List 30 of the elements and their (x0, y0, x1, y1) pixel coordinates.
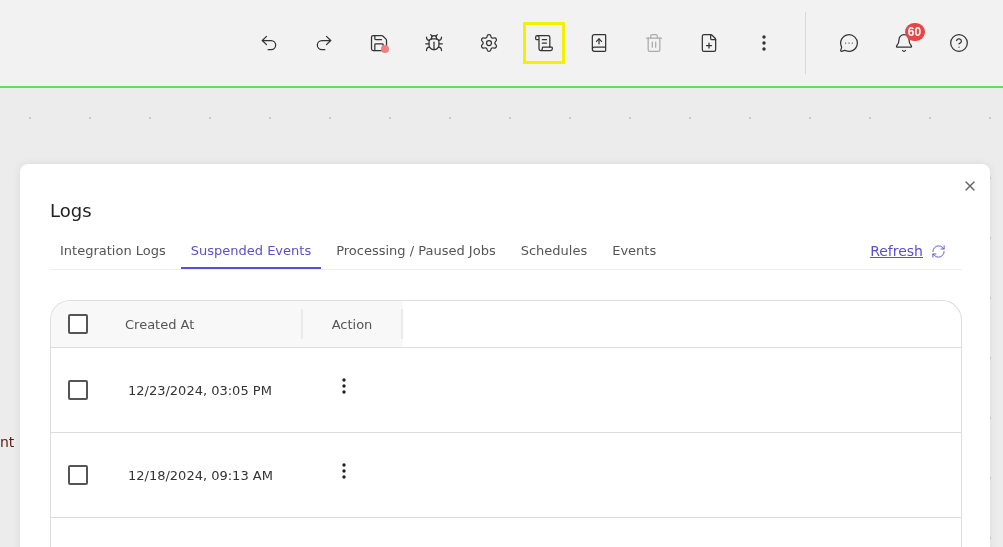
dialog-title: Logs (50, 200, 93, 221)
notification-count: 60 (904, 23, 925, 41)
more-icon (342, 378, 346, 394)
row-checkbox[interactable] (68, 380, 88, 400)
canvas-label: nt (0, 434, 15, 450)
save-icon (368, 33, 389, 53)
bug-icon (423, 33, 444, 53)
chat-icon (838, 33, 859, 53)
refresh-link[interactable]: Refresh (870, 243, 923, 259)
tab[interactable]: Integration Logs (50, 233, 176, 269)
row-checkbox[interactable] (68, 465, 88, 485)
table-cell-text: 12/23/2024, 03:05 PM (127, 382, 273, 398)
tab[interactable]: Schedules (510, 233, 598, 269)
settings-icon (478, 33, 499, 53)
trash-icon (643, 33, 664, 53)
notifications-button[interactable]: 60 (882, 22, 925, 64)
refresh-icon[interactable] (931, 243, 946, 259)
column-header: Action (331, 316, 373, 332)
column-header: Created At (125, 316, 195, 332)
table-cell-text: 12/18/2024, 09:13 AM (127, 467, 274, 483)
tab[interactable]: Processing / Paused Jobs (326, 233, 506, 269)
more-icon (761, 35, 766, 51)
more-icon (342, 463, 346, 479)
scroll-icon (533, 33, 554, 53)
tab[interactable]: Events (602, 233, 667, 269)
scroll-button[interactable] (522, 22, 565, 64)
select-all-checkbox[interactable] (68, 314, 88, 334)
tab[interactable]: Suspended Events (180, 233, 322, 269)
unsaved-dot (380, 45, 389, 53)
help-icon (948, 33, 969, 53)
